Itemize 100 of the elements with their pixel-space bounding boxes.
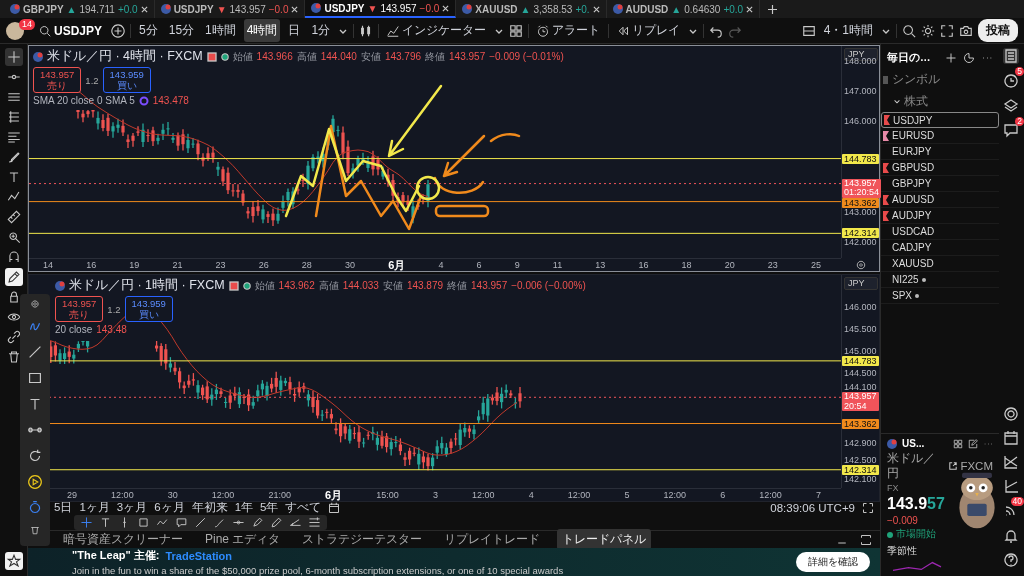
watchlist-item[interactable]: NI225 bbox=[881, 272, 999, 288]
chart-title: 米ドル／円 · 4時間 · FXCM bbox=[47, 48, 203, 65]
time-label: 26 bbox=[258, 260, 269, 270]
section-header[interactable]: 株式 bbox=[881, 91, 999, 112]
replay-button[interactable]: リプレイ bbox=[614, 19, 684, 42]
type-label: FX bbox=[887, 483, 900, 493]
time-label: 6 bbox=[476, 260, 482, 270]
watchlist-item[interactable]: USDJPY bbox=[881, 112, 999, 128]
price-label: 142.500 bbox=[844, 455, 877, 465]
banner-title: "The Leap" 主催: bbox=[72, 548, 160, 563]
time-label: 30 bbox=[167, 490, 178, 500]
watchlist-item[interactable]: SPX bbox=[881, 288, 999, 304]
price-tag: 143.957 20:54 bbox=[842, 392, 879, 412]
range-button[interactable]: 1年 bbox=[234, 500, 254, 515]
watchlist-item[interactable]: GBPJPY bbox=[881, 176, 999, 192]
ohlc-value: 143.962 bbox=[278, 280, 315, 291]
ohlc-label: 始値 bbox=[232, 49, 253, 64]
time-label: 4 bbox=[528, 490, 534, 500]
notification-badge: 5 bbox=[1015, 67, 1024, 76]
interval-button[interactable]: 5分 bbox=[136, 19, 161, 42]
indicator-value: 143.478 bbox=[152, 95, 189, 106]
symbol-tab[interactable]: AUDUSD ▲ 0.64630 +0.0 bbox=[606, 0, 761, 18]
price-tag: 143.957 01:20:54 bbox=[842, 178, 882, 198]
panel-tab[interactable]: ストラテジーテスター bbox=[297, 529, 428, 550]
price-label: 143.000 bbox=[844, 208, 877, 218]
range-button[interactable]: 1ヶ月 bbox=[79, 500, 110, 515]
range-button[interactable]: すべて bbox=[285, 500, 322, 515]
interval-button[interactable]: 1分 bbox=[308, 19, 334, 42]
time-label: 30 bbox=[345, 260, 355, 270]
time-label: 28 bbox=[301, 260, 312, 270]
symbol-tab[interactable]: USDJPY ▼ 143.957 −0.0 bbox=[305, 0, 457, 18]
sponsor-logo: TradeStation bbox=[165, 549, 233, 562]
watchlist-item[interactable]: CADJPY bbox=[881, 240, 999, 256]
panel-tab[interactable]: Pine エディタ bbox=[200, 529, 286, 550]
price-label: 146.000 bbox=[844, 302, 877, 312]
watchlist-dropdown[interactable]: 毎日の… bbox=[887, 51, 939, 65]
range-button[interactable]: 6ヶ月 bbox=[154, 500, 185, 515]
time-label: 12:00 bbox=[472, 490, 495, 500]
clock-label: 08:39:06 UTC+9 bbox=[770, 501, 855, 514]
interval-button[interactable]: 4時間 bbox=[243, 19, 281, 42]
watchlist-item[interactable]: GBPUSD bbox=[881, 160, 999, 176]
panel-tab[interactable]: リプレイトレード bbox=[439, 529, 546, 550]
time-label: 7 bbox=[815, 490, 821, 500]
range-button[interactable]: 5年 bbox=[260, 500, 279, 515]
interval-button[interactable]: 日 bbox=[285, 19, 304, 42]
price-label: 144.500 bbox=[844, 368, 877, 378]
time-label: 25 bbox=[810, 260, 821, 270]
watchlist-item[interactable]: EURJPY bbox=[881, 144, 999, 160]
price-label: 142.000 bbox=[844, 238, 877, 248]
price-label: 145.000 bbox=[844, 346, 877, 356]
range-button[interactable]: 5日 bbox=[54, 500, 73, 515]
time-label: 12:00 bbox=[211, 490, 235, 500]
indicator-value: 143.48 bbox=[96, 324, 127, 335]
interval-button[interactable]: 1時間 bbox=[202, 19, 239, 42]
sell-button[interactable]: 143.957 売り bbox=[33, 67, 82, 93]
time-label: 6月 bbox=[388, 257, 406, 273]
sell-button[interactable]: 143.957 売り bbox=[55, 296, 104, 322]
watchlist-item[interactable]: AUDUSD bbox=[881, 192, 999, 208]
ohlc-value: 143.957 bbox=[471, 280, 508, 291]
layout-button[interactable]: 4・1時間 bbox=[820, 19, 876, 42]
ohlc-value: 143.879 bbox=[406, 280, 444, 291]
range-button[interactable]: 年初来 bbox=[191, 500, 228, 515]
panel-tab[interactable]: 暗号資産スクリーナー bbox=[58, 529, 188, 550]
post-button[interactable]: 投稿 bbox=[978, 19, 1018, 42]
panel-tab[interactable]: トレードパネル bbox=[557, 529, 652, 550]
buy-button[interactable]: 143.959 買い bbox=[124, 296, 173, 322]
notification-badge: 14 bbox=[19, 18, 35, 30]
watchlist-item[interactable]: EURUSD bbox=[881, 128, 999, 144]
price-tag: 143.362 bbox=[842, 418, 879, 429]
price-change: −0.009 (−0.01%) bbox=[489, 51, 564, 62]
chart-title: 米ドル／円 · 1時間 · FXCM bbox=[69, 277, 225, 294]
time-label: 18 bbox=[681, 260, 692, 270]
ohlc-value: 143.966 bbox=[256, 51, 293, 62]
price-label: 144.100 bbox=[844, 383, 877, 393]
watchlist-item[interactable]: XAUUSD bbox=[881, 256, 999, 272]
symbol-tab[interactable]: XAUUSD ▲ 3,358.53 +0. bbox=[456, 0, 607, 18]
currency-dropdown[interactable]: JPY bbox=[844, 277, 878, 290]
time-label: 9 bbox=[514, 260, 520, 270]
ohlc-label: 高値 bbox=[318, 278, 339, 293]
symbol-search[interactable]: USDJPY bbox=[35, 23, 107, 38]
time-label: 12:00 bbox=[759, 490, 782, 500]
symbol-tab[interactable]: GBPJPY ▲ 194.711 +0.0 bbox=[4, 0, 155, 18]
alert-button[interactable]: アラート bbox=[534, 19, 604, 42]
time-label: 14 bbox=[43, 260, 53, 270]
watchlist-item[interactable]: AUDJPY bbox=[881, 208, 999, 224]
ohlc-value: 144.033 bbox=[342, 280, 379, 291]
range-button[interactable]: 3ヶ月 bbox=[116, 500, 148, 515]
price-tag: 143.362 bbox=[842, 197, 879, 208]
time-label: 20 bbox=[724, 260, 735, 270]
ohlc-value: 144.040 bbox=[320, 51, 357, 62]
indicators-button[interactable]: インジケーター bbox=[384, 19, 490, 42]
details-button[interactable]: 詳細を確認 bbox=[796, 552, 870, 572]
time-label: 11 bbox=[552, 260, 563, 270]
interval-button[interactable]: 15分 bbox=[165, 19, 198, 42]
buy-button[interactable]: 143.959 買い bbox=[102, 67, 151, 93]
time-label: 29 bbox=[67, 490, 77, 500]
spread-value: 1.2 bbox=[107, 303, 121, 315]
price-label: 142.900 bbox=[844, 439, 877, 449]
watchlist-item[interactable]: USDCAD bbox=[881, 224, 999, 240]
indicator-label: 20 close bbox=[55, 324, 93, 335]
